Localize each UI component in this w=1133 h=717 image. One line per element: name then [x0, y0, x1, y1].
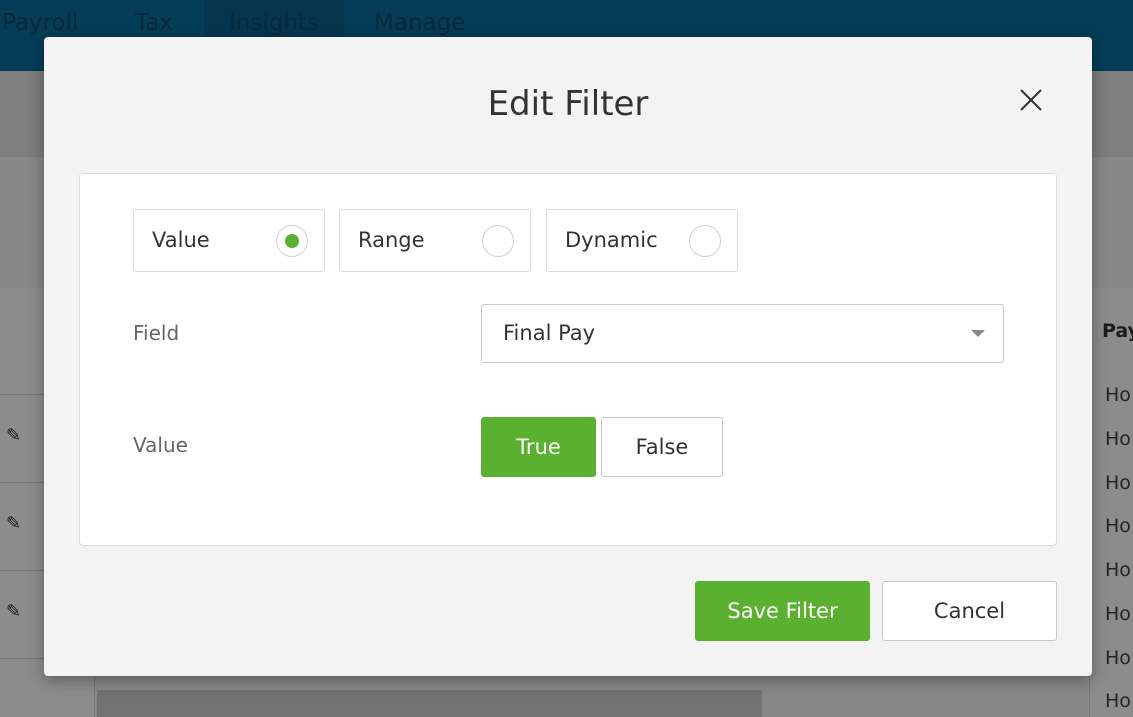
option-label: Range — [358, 228, 425, 252]
filter-panel: Value Range Dynamic Field Final Pay Valu… — [79, 173, 1057, 546]
radio-unselected[interactable] — [482, 225, 514, 257]
value-true-button[interactable]: True — [481, 417, 596, 477]
option-label: Dynamic — [565, 228, 658, 252]
value-false-button[interactable]: False — [601, 417, 723, 477]
field-label: Field — [133, 321, 180, 345]
field-select[interactable]: Final Pay — [481, 304, 1004, 363]
radio-selected[interactable] — [276, 225, 308, 257]
cancel-button[interactable]: Cancel — [882, 581, 1057, 641]
filter-type-value-option[interactable]: Value — [133, 209, 325, 272]
field-select-value: Final Pay — [503, 321, 596, 345]
close-icon[interactable] — [1016, 85, 1046, 115]
chevron-down-icon — [971, 330, 985, 337]
value-label: Value — [133, 433, 188, 457]
filter-type-dynamic-option[interactable]: Dynamic — [546, 209, 738, 272]
filter-type-range-option[interactable]: Range — [339, 209, 531, 272]
radio-unselected[interactable] — [689, 225, 721, 257]
radio-dot-icon — [285, 234, 299, 248]
dialog-title: Edit Filter — [487, 84, 649, 124]
edit-filter-dialog: Edit Filter Value Range Dynamic Field Fi… — [44, 37, 1092, 676]
option-label: Value — [152, 228, 210, 252]
save-filter-button[interactable]: Save Filter — [695, 581, 870, 641]
